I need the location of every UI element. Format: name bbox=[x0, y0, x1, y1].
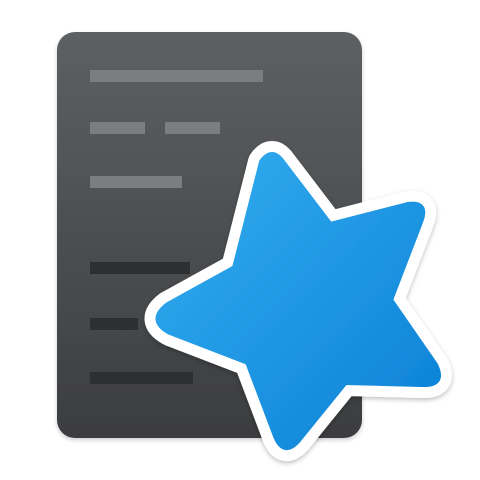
card-line-6 bbox=[90, 372, 193, 384]
anki-icon-graphic bbox=[57, 32, 452, 461]
card-line-4 bbox=[90, 262, 190, 274]
card-line-5 bbox=[90, 318, 138, 330]
card-line-3 bbox=[90, 176, 182, 188]
app-icon bbox=[0, 0, 480, 480]
card-line-2a bbox=[90, 122, 145, 134]
card-line-1 bbox=[90, 70, 263, 82]
card-line-2b bbox=[165, 122, 220, 134]
